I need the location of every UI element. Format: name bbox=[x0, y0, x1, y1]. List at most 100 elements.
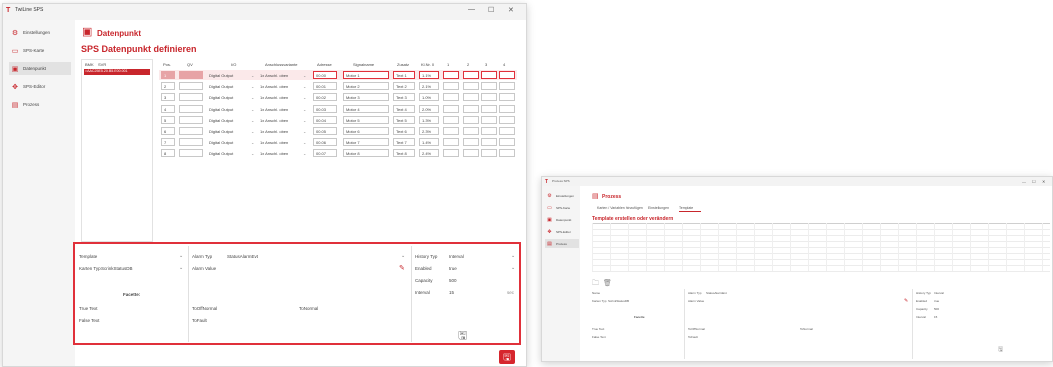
row-variant[interactable]: 1x Anschl. oben bbox=[260, 84, 288, 89]
variant-chevron-icon[interactable]: ⌄ bbox=[303, 73, 306, 78]
row-address[interactable]: 00.04 bbox=[313, 115, 337, 124]
tab-einstellungen[interactable]: Einstellungen bbox=[648, 206, 669, 210]
interval-value[interactable]: 15 bbox=[449, 290, 454, 295]
row-qv[interactable] bbox=[179, 115, 203, 124]
variant-chevron-icon[interactable]: ⌄ bbox=[303, 129, 306, 134]
row-kl2[interactable] bbox=[463, 138, 479, 147]
variant-chevron-icon[interactable]: ⌄ bbox=[303, 118, 306, 123]
row-pos[interactable]: 7 bbox=[161, 138, 175, 147]
row-signal[interactable]: Motor 8 bbox=[343, 149, 389, 158]
template-dropdown-chevron-icon[interactable]: ⌄ bbox=[179, 253, 183, 259]
row-signal[interactable]: Motor 6 bbox=[343, 127, 389, 135]
row-io[interactable]: Digital Output bbox=[209, 151, 233, 156]
row-kl1[interactable] bbox=[443, 82, 459, 91]
sidebar-item-einstellungen[interactable]: ⚙ Einstellungen bbox=[9, 26, 71, 39]
history-typ-chevron-icon[interactable]: ⌄ bbox=[511, 253, 515, 259]
row-kl1[interactable] bbox=[443, 93, 459, 102]
row-kl3[interactable] bbox=[481, 115, 497, 124]
variant-chevron-icon[interactable]: ⌄ bbox=[303, 151, 306, 156]
row-pos[interactable]: 4 bbox=[161, 104, 175, 113]
save-template-icon[interactable]: 🖫 bbox=[458, 327, 467, 346]
row-variant[interactable]: 1x Anschl. oben bbox=[260, 73, 288, 78]
row-extra[interactable]: Text 7 bbox=[393, 138, 415, 147]
row-signal[interactable]: Motor 2 bbox=[343, 82, 389, 91]
tab-template[interactable]: Template bbox=[679, 206, 693, 210]
folder-icon[interactable]: 🗀 bbox=[592, 279, 599, 290]
row-pos[interactable]: 8 bbox=[161, 149, 175, 158]
enabled-chevron-icon[interactable]: ⌄ bbox=[511, 265, 515, 271]
save-button[interactable]: 🖫 bbox=[499, 350, 515, 364]
row-io[interactable]: Digital Output bbox=[209, 95, 233, 100]
row-io[interactable]: Digital Output bbox=[209, 107, 233, 112]
sidebar-item-sps-editor[interactable]: ✥ SPS-Editor bbox=[9, 80, 71, 93]
row-address[interactable]: 00.01 bbox=[313, 82, 337, 91]
sidebar-item-sps-editor[interactable]: ✥ SPS-Editor bbox=[545, 227, 579, 236]
io-chevron-icon[interactable]: ⌄ bbox=[251, 118, 254, 123]
row-signal[interactable]: Motor 7 bbox=[343, 138, 389, 147]
row-extra[interactable]: Text 5 bbox=[393, 115, 415, 124]
row-pos[interactable]: 1 bbox=[161, 71, 175, 79]
row-signal[interactable]: Motor 3 bbox=[343, 93, 389, 102]
io-chevron-icon[interactable]: ⌄ bbox=[251, 95, 254, 100]
alarm-typ-value[interactable]: StatusAlarmEvt bbox=[227, 254, 258, 259]
row-kl0[interactable]: 2.0% bbox=[419, 104, 439, 113]
interval-value[interactable]: 15 bbox=[934, 315, 937, 319]
row-variant[interactable]: 1x Anschl. oben bbox=[260, 140, 288, 145]
row-pos[interactable]: 2 bbox=[161, 82, 175, 91]
row-kl0[interactable]: 1.4% bbox=[419, 138, 439, 147]
row-address[interactable]: 00.06 bbox=[313, 138, 337, 147]
row-kl4[interactable] bbox=[499, 71, 515, 79]
alarm-typ-value[interactable]: StatusAlarmEvt bbox=[706, 291, 727, 295]
row-extra[interactable]: Text 4 bbox=[393, 104, 415, 113]
karten-typ-value[interactable]: ScrinkStatusDB bbox=[608, 299, 629, 303]
row-address[interactable]: 00.03 bbox=[313, 104, 337, 113]
sidebar-item-prozess[interactable]: ▤ Prozess bbox=[545, 239, 579, 248]
row-pos[interactable]: 5 bbox=[161, 115, 175, 124]
io-chevron-icon[interactable]: ⌄ bbox=[251, 140, 254, 145]
maximize-button[interactable]: ☐ bbox=[1032, 179, 1036, 184]
row-address[interactable]: 00.07 bbox=[313, 149, 337, 158]
row-kl1[interactable] bbox=[443, 115, 459, 124]
history-typ-value[interactable]: Interval bbox=[934, 291, 944, 295]
row-address[interactable]: 00.00 bbox=[313, 71, 337, 79]
close-button[interactable]: ✕ bbox=[508, 6, 514, 14]
row-variant[interactable]: 1x Anschl. oben bbox=[260, 95, 288, 100]
row-kl0[interactable]: 1.0% bbox=[419, 93, 439, 102]
row-signal[interactable]: Motor 4 bbox=[343, 104, 389, 113]
save-template-icon[interactable]: 🖫 bbox=[998, 345, 1003, 355]
row-kl2[interactable] bbox=[463, 104, 479, 113]
row-qv[interactable] bbox=[179, 71, 203, 79]
tab-karten-variablen[interactable]: Karten / Variablen hinzufügen bbox=[597, 206, 643, 210]
row-kl3[interactable] bbox=[481, 138, 497, 147]
row-variant[interactable]: 1x Anschl. oben bbox=[260, 118, 288, 123]
karten-typ-chevron-icon[interactable]: ⌄ bbox=[179, 265, 183, 271]
row-kl1[interactable] bbox=[443, 71, 459, 79]
capacity-value[interactable]: 500 bbox=[934, 307, 939, 311]
row-kl4[interactable] bbox=[499, 93, 515, 102]
row-kl2[interactable] bbox=[463, 115, 479, 124]
row-kl2[interactable] bbox=[463, 127, 479, 135]
alarm-typ-chevron-icon[interactable]: ⌄ bbox=[401, 253, 405, 259]
row-qv[interactable] bbox=[179, 127, 203, 135]
maximize-button[interactable]: ☐ bbox=[488, 6, 494, 14]
row-kl4[interactable] bbox=[499, 115, 515, 124]
row-io[interactable]: Digital Output bbox=[209, 129, 233, 134]
row-kl2[interactable] bbox=[463, 149, 479, 158]
row-qv[interactable] bbox=[179, 93, 203, 102]
row-signal[interactable]: Motor 5 bbox=[343, 115, 389, 124]
delete-icon[interactable]: 🗑 bbox=[603, 279, 612, 287]
row-qv[interactable] bbox=[179, 82, 203, 91]
row-variant[interactable]: 1x Anschl. oben bbox=[260, 107, 288, 112]
sidebar-item-sps-karte[interactable]: ▭ SPS-Karte bbox=[9, 44, 71, 57]
history-typ-value[interactable]: Interval bbox=[449, 254, 464, 259]
variant-chevron-icon[interactable]: ⌄ bbox=[303, 95, 306, 100]
variant-chevron-icon[interactable]: ⌄ bbox=[303, 140, 306, 145]
row-variant[interactable]: 1x Anschl. oben bbox=[260, 151, 288, 156]
capacity-value[interactable]: 500 bbox=[449, 278, 457, 283]
row-kl1[interactable] bbox=[443, 149, 459, 158]
row-variant[interactable]: 1x Anschl. oben bbox=[260, 129, 288, 134]
enabled-value[interactable]: true bbox=[934, 299, 939, 303]
row-kl0[interactable]: 2.3% bbox=[419, 127, 439, 135]
row-kl0[interactable]: 1.3% bbox=[419, 115, 439, 124]
enabled-value[interactable]: true bbox=[449, 266, 457, 271]
